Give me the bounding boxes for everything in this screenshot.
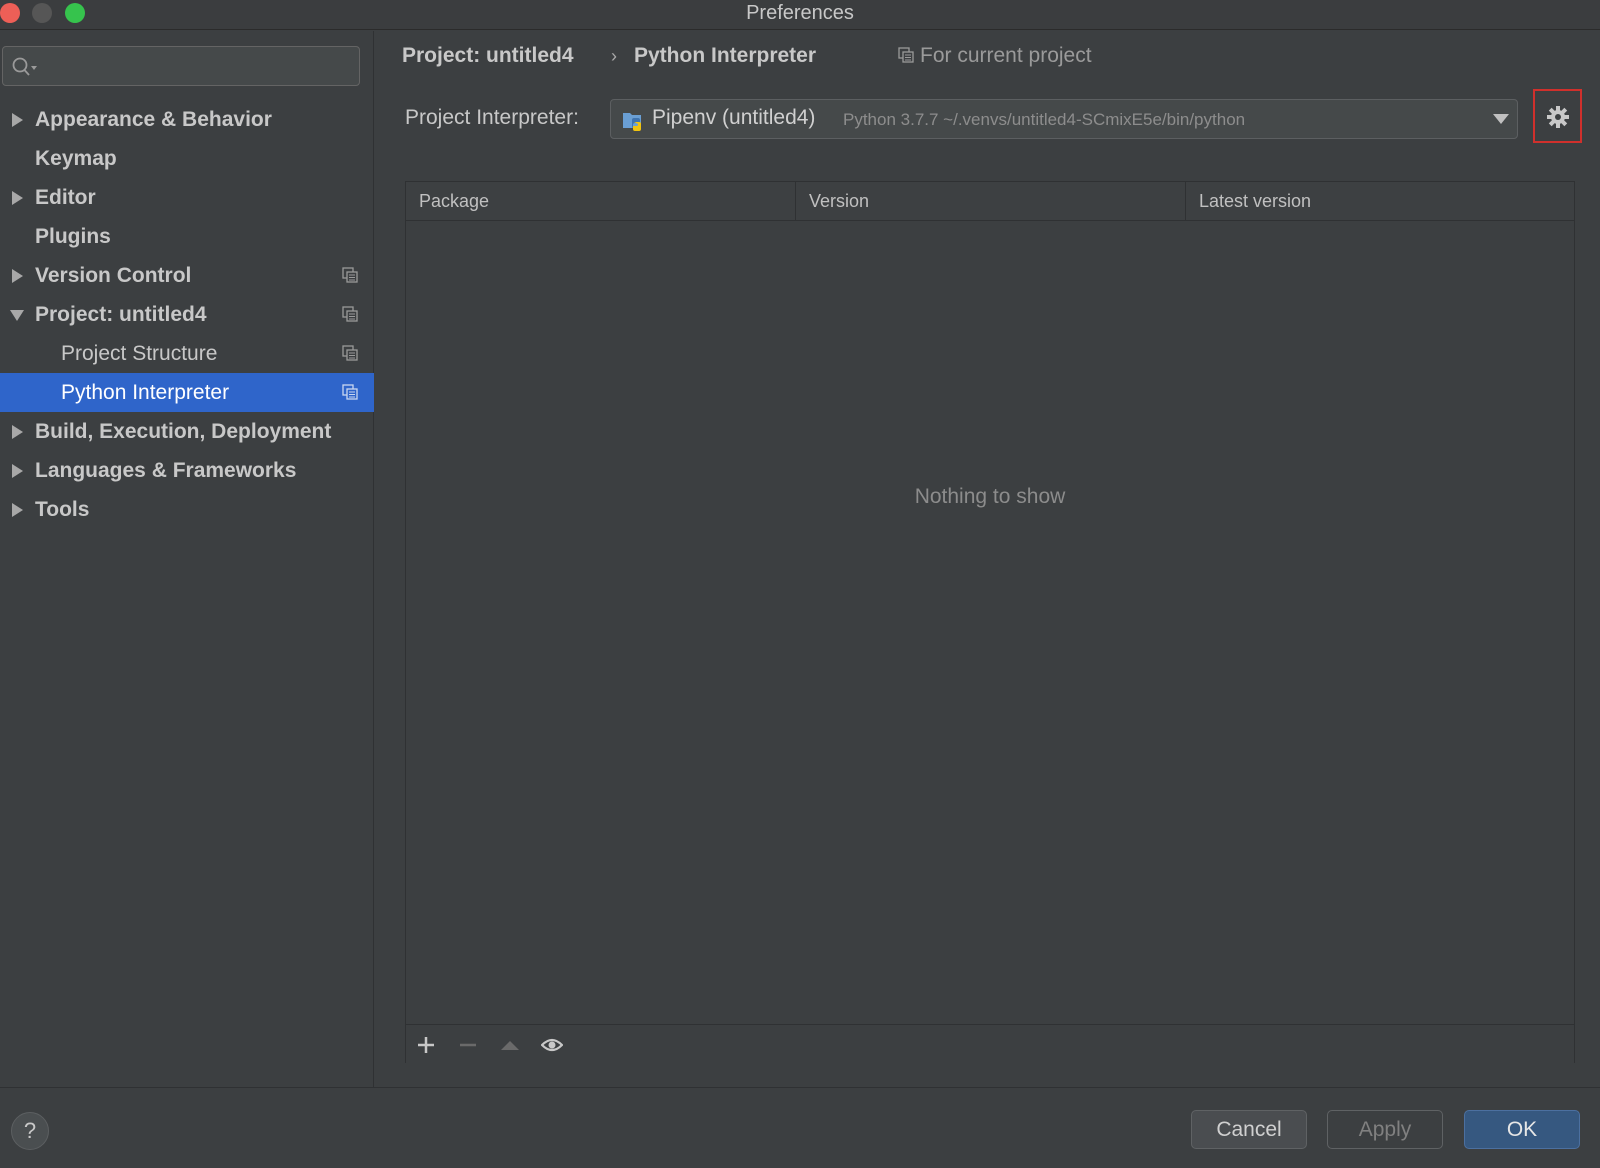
project-level-icon: [342, 384, 358, 400]
sidebar-item-project-structure[interactable]: Project Structure: [0, 334, 374, 373]
sidebar-item-label: Tools: [35, 498, 90, 521]
sidebar-item-editor[interactable]: Editor: [0, 178, 374, 217]
cancel-button[interactable]: Cancel: [1191, 1110, 1307, 1149]
sidebar-item-version-control[interactable]: Version Control: [0, 256, 374, 295]
project-level-icon: [342, 267, 358, 283]
interpreter-label: Project Interpreter:: [405, 106, 579, 129]
chevron-right-icon: [12, 464, 23, 478]
chevron-right-icon: [12, 269, 23, 283]
interpreter-select[interactable]: Pipenv (untitled4) Python 3.7.7 ~/.venvs…: [610, 99, 1518, 139]
sidebar-item-keymap[interactable]: Keymap: [0, 139, 374, 178]
project-level-icon: [342, 306, 358, 322]
chevron-down-icon: [10, 310, 24, 321]
sidebar-item-label: Appearance & Behavior: [35, 108, 272, 131]
sidebar-item-build-execution-deployment[interactable]: Build, Execution, Deployment: [0, 412, 374, 451]
column-header-latest-version[interactable]: Latest version: [1186, 182, 1574, 221]
sidebar-item-project[interactable]: Project: untitled4: [0, 295, 374, 334]
interpreter-path: Python 3.7.7 ~/.venvs/untitled4-SCmixE5e…: [843, 110, 1246, 129]
help-button[interactable]: ?: [11, 1112, 49, 1150]
interpreter-name: Pipenv (untitled4): [652, 106, 816, 129]
title-bar: Preferences: [0, 0, 1600, 30]
sidebar-item-appearance-behavior[interactable]: Appearance & Behavior: [0, 100, 374, 139]
search-icon: [12, 57, 37, 76]
breadcrumb-parent[interactable]: Project: untitled4: [402, 44, 574, 68]
chevron-right-icon: [12, 425, 23, 439]
sidebar-item-label: Project Structure: [61, 342, 218, 365]
table-header: Package Version Latest version: [406, 182, 1574, 221]
plus-icon[interactable]: [415, 1034, 437, 1056]
breadcrumb-separator: ›: [611, 46, 617, 66]
sidebar-item-label: Version Control: [35, 264, 192, 287]
sidebar-item-label: Editor: [35, 186, 96, 209]
sidebar-item-label: Keymap: [35, 147, 117, 170]
settings-search-input[interactable]: [2, 46, 360, 86]
dialog-footer: ? Cancel Apply OK: [0, 1087, 1600, 1168]
settings-sidebar: Appearance & Behavior Keymap Editor Plug…: [0, 31, 374, 1087]
sidebar-item-label: Plugins: [35, 225, 111, 248]
column-header-version[interactable]: Version: [796, 182, 1186, 221]
table-body: Nothing to show: [406, 222, 1574, 1004]
ok-button[interactable]: OK: [1464, 1110, 1580, 1149]
project-level-icon: [342, 345, 358, 361]
interpreter-settings-button[interactable]: [1533, 89, 1582, 143]
column-header-package[interactable]: Package: [406, 182, 796, 221]
project-level-icon: [898, 47, 914, 63]
empty-state-text: Nothing to show: [914, 485, 1066, 508]
dropdown-arrow-icon: [1493, 114, 1509, 124]
sidebar-item-plugins[interactable]: Plugins: [0, 217, 374, 256]
chevron-right-icon: [12, 191, 23, 205]
sidebar-item-languages-frameworks[interactable]: Languages & Frameworks: [0, 451, 374, 490]
gear-icon: [1547, 106, 1569, 128]
scope-indicator: For current project: [898, 44, 1092, 68]
window-title: Preferences: [746, 2, 854, 24]
sidebar-item-tools[interactable]: Tools: [0, 490, 374, 529]
sidebar-item-label: Project: untitled4: [35, 303, 207, 326]
apply-button[interactable]: Apply: [1327, 1110, 1443, 1149]
chevron-right-icon: [12, 503, 23, 517]
packages-table: Package Version Latest version Nothing t…: [405, 181, 1575, 1063]
preferences-window: Preferences Appearance & Behavior Keymap…: [0, 0, 1600, 1168]
scope-label: For current project: [920, 44, 1092, 67]
python-icon: [623, 113, 641, 131]
eye-icon[interactable]: [541, 1034, 563, 1056]
chevron-right-icon: [12, 113, 23, 127]
sidebar-item-label: Languages & Frameworks: [35, 459, 297, 482]
sidebar-item-label: Build, Execution, Deployment: [35, 420, 332, 443]
upgrade-icon[interactable]: [499, 1034, 521, 1056]
sidebar-item-label: Python Interpreter: [61, 381, 230, 404]
sidebar-item-python-interpreter[interactable]: Python Interpreter: [0, 373, 374, 412]
page-title: Python Interpreter: [634, 44, 817, 67]
minus-icon[interactable]: [457, 1034, 479, 1056]
table-toolbar: [406, 1024, 1574, 1063]
